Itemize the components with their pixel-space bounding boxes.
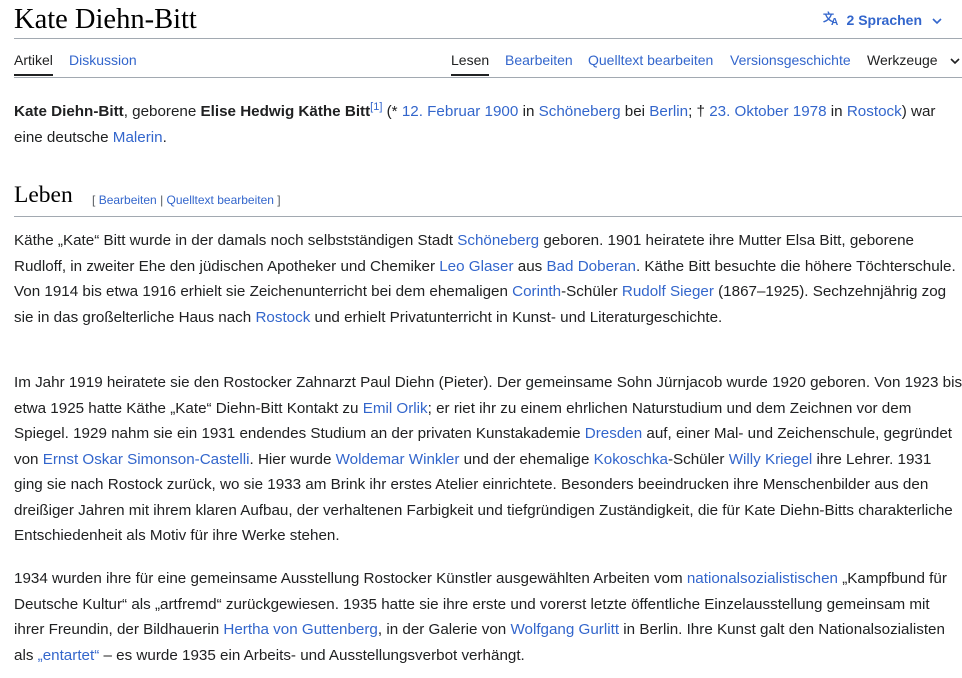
text-run: in — [826, 103, 847, 120]
inline-link[interactable]: nationalsozialistischen — [687, 570, 838, 587]
language-count-label: 2 Sprachen — [846, 11, 922, 28]
tab-quelltext-bearbeiten[interactable]: Quelltext bearbeiten — [588, 39, 713, 76]
text-run: und der ehemalige — [459, 450, 594, 468]
svg-text:A: A — [831, 17, 838, 26]
text-run: bei — [620, 103, 650, 120]
inline-link[interactable]: Rostock — [255, 309, 310, 326]
inline-link[interactable]: Kokoschka — [594, 451, 668, 468]
section-divider — [14, 216, 962, 217]
tab-artikel[interactable]: Artikel — [14, 39, 53, 76]
body-paragraph-1: Käthe „Kate“ Bitt wurde in der damals no… — [14, 228, 962, 330]
inline-link[interactable]: Berlin — [649, 103, 688, 120]
inline-link[interactable]: Malerin — [113, 129, 163, 146]
bold-text: Elise Hedwig Käthe Bitt — [200, 103, 371, 120]
inline-link[interactable]: Ernst Oskar Simonson-Castelli — [43, 451, 250, 468]
text-run: . Hier wurde — [249, 450, 336, 468]
body-paragraph-2: Im Jahr 1919 heiratete sie den Rostocker… — [14, 370, 962, 549]
tab-diskussion[interactable]: Diskussion — [69, 39, 137, 76]
inline-link[interactable]: Leo Glaser — [439, 258, 513, 275]
language-selector-button[interactable]: 文 A 2 Sprachen — [823, 10, 942, 29]
tab-bearbeiten[interactable]: Bearbeiten — [505, 39, 573, 76]
page-tabs: Artikel Diskussion Lesen Bearbeiten Quel… — [14, 39, 962, 78]
inline-link[interactable]: Willy Kriegel — [729, 451, 813, 468]
inline-link[interactable]: 12. Februar 1900 — [402, 103, 519, 120]
translate-icon: 文 A — [823, 10, 841, 29]
section-edit-link[interactable]: Bearbeiten — [99, 193, 157, 207]
text-run: -Schüler — [561, 283, 622, 300]
bracket-open: [ — [92, 193, 96, 207]
text-run: – es wurde 1935 ein Arbeits- und Ausstel… — [99, 646, 525, 664]
section-source-edit-link[interactable]: Quelltext bearbeiten — [167, 193, 274, 207]
text-run: (* — [382, 103, 402, 120]
edit-separator: | — [156, 193, 167, 207]
text-run: -Schüler — [667, 450, 729, 468]
chevron-down-icon — [949, 53, 960, 68]
inline-link[interactable]: Woldemar Winkler — [336, 451, 460, 468]
footnote-ref-link[interactable]: [1] — [370, 101, 382, 113]
inline-link[interactable]: „entartet“ — [38, 647, 100, 664]
tools-menu-button[interactable]: Werkzeuge — [867, 39, 960, 76]
text-run: 1934 wurden ihre für eine gemeinsame Aus… — [14, 570, 687, 587]
text-run: aus — [513, 257, 547, 275]
section-heading-leben: Leben — [14, 182, 73, 208]
text-run: Käthe „Kate“ Bitt wurde in der damals no… — [14, 232, 458, 249]
tab-versionsgeschichte[interactable]: Versionsgeschichte — [730, 39, 851, 76]
text-run: , in der Galerie von — [377, 621, 511, 638]
bracket-close: ] — [277, 193, 281, 207]
text-run: und erhielt Privatunterricht in Kunst- u… — [310, 308, 723, 326]
inline-link[interactable]: Schöneberg — [539, 103, 621, 120]
tools-menu-label: Werkzeuge — [867, 52, 938, 68]
chevron-down-icon — [932, 12, 942, 28]
inline-link[interactable]: Corinth — [512, 283, 561, 300]
page-title: Kate Diehn-Bitt — [14, 4, 197, 35]
text-run: in — [518, 103, 539, 120]
inline-link[interactable]: Wolfgang Gurlitt — [510, 621, 619, 638]
section-edit-links: [ Bearbeiten | Quelltext bearbeiten ] — [92, 193, 281, 207]
inline-link[interactable]: 23. Oktober 1978 — [709, 103, 826, 120]
inline-link[interactable]: Hertha von Guttenberg — [223, 621, 378, 638]
inline-link[interactable]: Rostock — [847, 103, 902, 120]
inline-link[interactable]: Schöneberg — [457, 232, 539, 249]
inline-link[interactable]: Emil Orlik — [363, 400, 428, 417]
text-run: ; † — [688, 103, 710, 120]
text-run: . — [162, 128, 167, 146]
tab-lesen[interactable]: Lesen — [451, 39, 490, 76]
inline-link[interactable]: Rudolf Sieger — [622, 283, 714, 300]
body-paragraph-3: 1934 wurden ihre für eine gemeinsame Aus… — [14, 566, 962, 668]
lead-paragraph: Kate Diehn-Bitt, geborene Elise Hedwig K… — [14, 99, 962, 150]
inline-link[interactable]: Bad Doberan — [546, 258, 636, 275]
text-run: , geborene — [123, 103, 201, 120]
inline-link[interactable]: Dresden — [585, 425, 642, 442]
bold-text: Kate Diehn-Bitt — [14, 103, 124, 120]
